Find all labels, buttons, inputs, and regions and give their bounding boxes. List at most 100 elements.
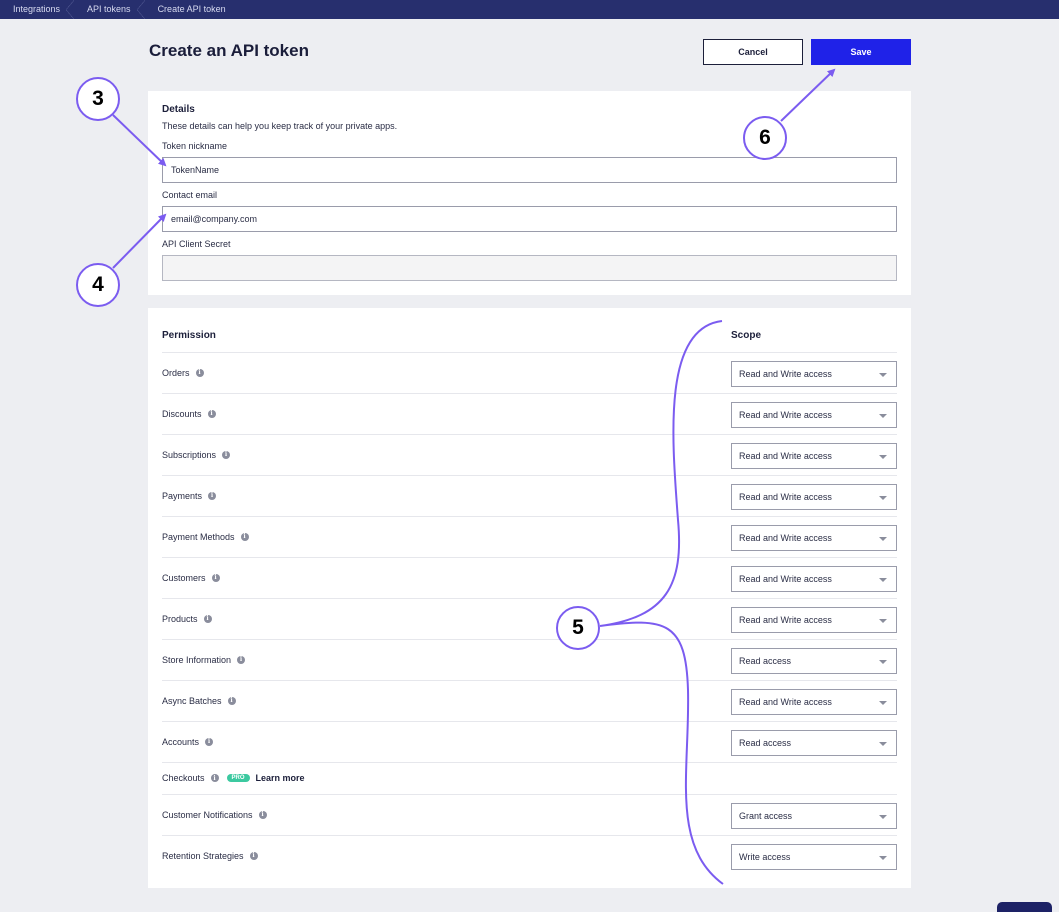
scope-select[interactable]: Write access [731, 843, 897, 870]
permission-name: Accounts i [162, 736, 214, 747]
token-nickname-label: Token nickname [162, 141, 228, 151]
permission-row: Checkouts i PRO Learn more [162, 762, 897, 794]
permission-name: Async Batches i [162, 696, 236, 706]
chevron-down-icon [879, 577, 887, 582]
permission-header: Permission [162, 330, 216, 341]
details-title: Details [162, 104, 195, 115]
scope-select-value: Read and Write access [739, 368, 832, 379]
pro-badge: PRO [226, 774, 250, 782]
info-icon[interactable]: i [195, 368, 204, 377]
annotation-badge-3: 3 [76, 77, 120, 121]
permission-row: Async Batches i Read and Write access [162, 680, 897, 721]
permission-row: Subscriptions i Read and Write access [162, 434, 897, 475]
corner-button[interactable] [997, 902, 1052, 912]
scope-select-value: Read and Write access [739, 491, 832, 502]
contact-email-label: Contact email [162, 190, 218, 200]
scope-select-value: Read and Write access [739, 409, 832, 420]
breadcrumb-integrations[interactable]: Integrations [0, 0, 75, 19]
permission-row: Products i Read and Write access [162, 598, 897, 639]
info-icon[interactable]: i [222, 450, 231, 459]
permission-name: Discounts i [162, 409, 216, 419]
scope-select[interactable]: Read and Write access [731, 524, 897, 551]
info-icon[interactable]: i [210, 774, 219, 782]
details-description: These details can help you keep track of… [162, 121, 398, 131]
permission-label: Subscriptions [162, 449, 217, 460]
scope-select[interactable]: Read and Write access [731, 401, 897, 428]
permission-name: Checkouts i PRO Learn more [162, 773, 305, 783]
permission-row: Customer Notifications i Grant access [162, 794, 897, 835]
permission-name: Products i [162, 614, 212, 624]
save-button[interactable]: Save [811, 39, 911, 65]
annotation-badge-5: 5 [556, 606, 600, 650]
permission-name: Orders i [162, 368, 204, 378]
permission-label: Discounts [162, 408, 202, 419]
permission-label: Accounts [162, 736, 200, 747]
chevron-down-icon [879, 700, 887, 705]
permission-name: Subscriptions i [162, 449, 231, 460]
scope-select-value: Grant access [739, 810, 793, 821]
scope-select[interactable]: Read access [731, 647, 897, 674]
info-icon[interactable]: i [258, 810, 267, 819]
permissions-card: Permission Scope Orders i Read and Write a… [148, 308, 911, 888]
learn-more-link[interactable]: Learn more [256, 773, 305, 783]
scope-select[interactable]: Read and Write access [731, 442, 897, 469]
info-icon[interactable]: i [240, 532, 249, 541]
info-icon[interactable]: i [211, 573, 220, 582]
chevron-down-icon [879, 413, 887, 418]
chevron-down-icon [879, 372, 887, 377]
annotation-badge-4: 4 [76, 263, 120, 307]
token-nickname-input[interactable]: TokenName [162, 157, 897, 183]
cancel-button[interactable]: Cancel [703, 39, 803, 65]
info-icon[interactable]: i [208, 491, 217, 500]
permission-label: Payments [162, 490, 203, 501]
info-icon[interactable]: i [237, 655, 246, 664]
info-icon[interactable]: i [205, 737, 214, 746]
scope-select[interactable]: Read and Write access [731, 688, 897, 715]
scope-select-value: Read and Write access [739, 573, 832, 584]
scope-select[interactable]: Read and Write access [731, 360, 897, 387]
permission-row: Payment Methods i Read and Write access [162, 516, 897, 557]
permission-name: Customers i [162, 573, 220, 583]
scope-header: Scope [731, 330, 762, 341]
permission-label: Products [162, 613, 198, 624]
permission-name: Customer Notifications i [162, 810, 267, 820]
permission-label: Customer Notifications [162, 809, 253, 820]
scope-select-value: Read and Write access [739, 696, 832, 707]
permission-row: Payments i Read and Write access [162, 475, 897, 516]
api-client-secret-label: API Client Secret [162, 239, 231, 249]
breadcrumb-api-tokens[interactable]: API tokens [74, 0, 145, 19]
chevron-down-icon [879, 659, 887, 664]
scope-select[interactable]: Read and Write access [731, 606, 897, 633]
scope-select[interactable]: Read and Write access [731, 565, 897, 592]
permission-label: Store Information [162, 654, 232, 665]
permission-row: Store Information i Read access [162, 639, 897, 680]
info-icon[interactable]: i [227, 696, 236, 705]
scope-select-value: Read and Write access [739, 450, 832, 461]
scope-select[interactable]: Grant access [731, 802, 897, 829]
scope-select[interactable]: Read access [731, 729, 897, 756]
info-icon[interactable]: i [249, 851, 258, 860]
permission-label: Async Batches [162, 695, 222, 706]
permission-name: Payment Methods i [162, 532, 249, 542]
permission-label: Customers [162, 572, 206, 583]
api-client-secret-input [162, 255, 897, 281]
scope-select-value: Read and Write access [739, 532, 832, 543]
permission-name: Store Information i [162, 654, 246, 665]
scope-select-value: Write access [739, 851, 791, 862]
permission-label: Checkouts [162, 773, 205, 783]
permission-row: Accounts i Read access [162, 721, 897, 762]
info-icon[interactable]: i [207, 409, 216, 418]
permission-row: Retention Strategies i Write access [162, 835, 897, 876]
breadcrumb-current: Create API token [157, 4, 226, 14]
info-icon[interactable]: i [203, 614, 212, 623]
scope-select[interactable]: Read and Write access [731, 483, 897, 510]
page-title: Create an API token [149, 41, 309, 60]
permission-name: Payments i [162, 490, 217, 501]
annotation-badge-6: 6 [743, 116, 787, 160]
chevron-down-icon [879, 814, 887, 819]
contact-email-input[interactable]: email@company.com [162, 206, 897, 232]
permission-row: Orders i Read and Write access [162, 352, 897, 393]
chevron-down-icon [879, 855, 887, 860]
chevron-down-icon [879, 454, 887, 459]
permission-label: Payment Methods [162, 531, 235, 542]
